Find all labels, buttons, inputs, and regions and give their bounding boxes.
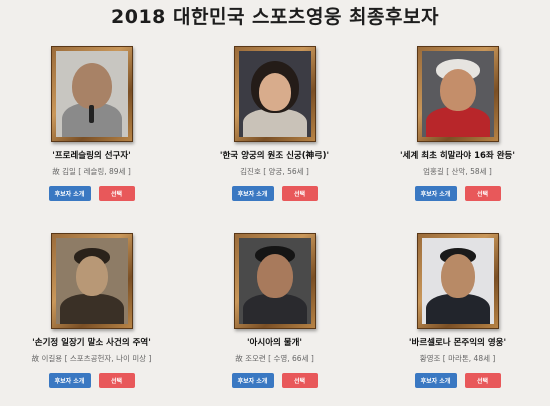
candidate-intro-button[interactable]: 후보자 소개 <box>48 373 91 388</box>
candidate-intro-button[interactable]: 후보자 소개 <box>48 186 91 201</box>
candidate-photo <box>421 51 494 137</box>
candidate-photo <box>238 238 311 324</box>
candidate-select-button[interactable]: 선택 <box>281 186 318 201</box>
portrait-frame <box>233 46 316 142</box>
portrait-frame <box>233 233 316 329</box>
candidate-quote: '바르셀로나 몬주익의 영웅' <box>408 338 507 348</box>
candidate-card: '프로레슬링의 선구자' 故 김일 [ 레슬링, 89세 ] 후보자 소개 선택 <box>0 46 183 201</box>
candidate-quote: '한국 양궁의 원조 신궁(神弓)' <box>219 151 330 161</box>
candidate-info: 故 조오련 [ 수영, 66세 ] <box>235 354 314 363</box>
candidate-quote: '손기정 일장기 말소 사건의 주역' <box>32 338 151 348</box>
portrait-frame <box>416 46 499 142</box>
portrait-frame <box>416 233 499 329</box>
portrait-frame <box>50 233 133 329</box>
candidate-info: 엄홍길 [ 산악, 58세 ] <box>423 167 492 176</box>
candidate-card: '한국 양궁의 원조 신궁(神弓)' 김진호 [ 양궁, 56세 ] 후보자 소… <box>183 46 366 201</box>
candidate-intro-button[interactable]: 후보자 소개 <box>414 186 457 201</box>
candidate-intro-button[interactable]: 후보자 소개 <box>414 373 457 388</box>
candidate-photo <box>421 238 494 324</box>
candidate-intro-button[interactable]: 후보자 소개 <box>231 186 274 201</box>
candidate-info: 김진호 [ 양궁, 56세 ] <box>240 167 309 176</box>
candidate-quote: '프로레슬링의 선구자' <box>52 151 131 161</box>
candidate-info: 故 김일 [ 레슬링, 89세 ] <box>52 167 131 176</box>
candidate-intro-button[interactable]: 후보자 소개 <box>231 373 274 388</box>
candidate-photo <box>55 51 128 137</box>
candidate-card: '바르셀로나 몬주익의 영웅' 황영조 [ 마라톤, 48세 ] 후보자 소개 … <box>366 233 549 388</box>
candidate-card: '아시아의 물개' 故 조오련 [ 수영, 66세 ] 후보자 소개 선택 <box>183 233 366 388</box>
page-title: 2018 대한민국 스포츠영웅 최종후보자 <box>111 6 439 28</box>
candidate-quote: '세계 최초 히말라야 16좌 완등' <box>400 151 515 161</box>
candidate-select-button[interactable]: 선택 <box>98 186 135 201</box>
candidate-info: 황영조 [ 마라톤, 48세 ] <box>419 354 496 363</box>
candidate-select-button[interactable]: 선택 <box>281 373 318 388</box>
candidate-select-button[interactable]: 선택 <box>464 373 501 388</box>
portrait-frame <box>50 46 133 142</box>
candidate-select-button[interactable]: 선택 <box>98 373 135 388</box>
candidate-select-button[interactable]: 선택 <box>464 186 501 201</box>
candidate-photo <box>238 51 311 137</box>
candidate-info: 故 이길용 [ 스포츠공헌자, 나이 미상 ] <box>31 354 152 363</box>
candidate-card: '손기정 일장기 말소 사건의 주역' 故 이길용 [ 스포츠공헌자, 나이 미… <box>0 233 183 388</box>
candidate-photo <box>55 238 128 324</box>
candidate-quote: '아시아의 물개' <box>246 338 303 348</box>
candidate-card: '세계 최초 히말라야 16좌 완등' 엄홍길 [ 산악, 58세 ] 후보자 … <box>366 46 549 201</box>
